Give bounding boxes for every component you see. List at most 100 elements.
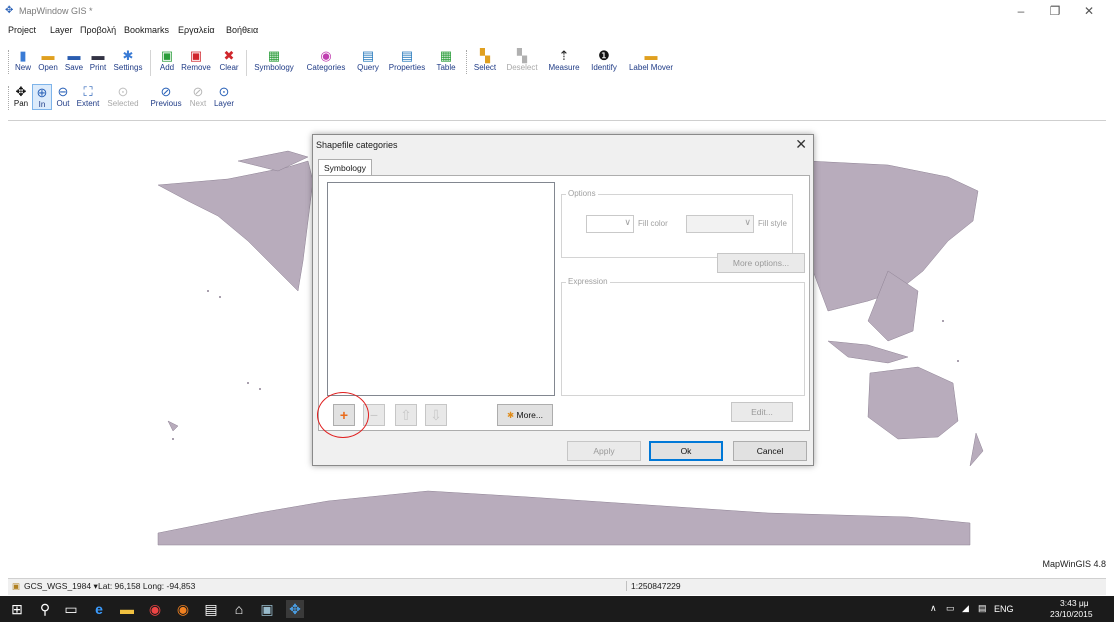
next-icon: ⊘ xyxy=(192,84,204,99)
more-button-label: More... xyxy=(516,410,543,420)
menu-tools[interactable]: Εργαλεία xyxy=(178,25,215,35)
add-layer-button[interactable]: ▣ Add xyxy=(156,48,178,72)
symbology-tab-panel: Options ∨ Fill color ∨ Fill style More o… xyxy=(318,175,810,431)
coordinates-readout: Lat: 96,158 Long: -94,853 xyxy=(98,581,196,591)
dialog-close-button[interactable]: ✕ xyxy=(795,136,807,153)
tool-label: Table xyxy=(436,63,456,72)
language-indicator[interactable]: ENG xyxy=(994,604,1014,614)
zoom-in-icon: ⊕ xyxy=(36,85,48,100)
menu-bar: Project Layer Προβολή Bookmarks Εργαλεία… xyxy=(0,24,1114,38)
query-button[interactable]: ▤ Query xyxy=(354,48,382,72)
mapwindow-taskbar-icon[interactable]: ✥ xyxy=(286,600,304,618)
menu-help[interactable]: Βοήθεια xyxy=(226,25,258,35)
fill-style-label: Fill style xyxy=(758,219,787,228)
tool-label: Symbology xyxy=(254,63,294,72)
pan-icon: ✥ xyxy=(15,84,27,99)
windows-start-icon[interactable]: ⊞ xyxy=(8,600,26,618)
tool-label: Properties xyxy=(388,63,426,72)
zoom-out-button[interactable]: ⊖ Out xyxy=(54,84,72,108)
island-dot xyxy=(942,320,944,322)
categories-button[interactable]: ◉ Categories xyxy=(300,48,352,72)
open-button[interactable]: ▬ Open xyxy=(36,48,60,72)
next-extent-button[interactable]: ⊘ Next xyxy=(188,84,208,108)
zoom-selected-button[interactable]: ⊙ Selected xyxy=(104,84,142,108)
tool-label: Extent xyxy=(76,99,100,108)
island-dot xyxy=(219,296,221,298)
clock-time[interactable]: 3:43 μμ xyxy=(1060,598,1089,608)
properties-button[interactable]: ▤ Properties xyxy=(384,48,430,72)
fill-color-combo[interactable]: ∨ xyxy=(586,215,634,233)
clear-button[interactable]: ✖ Clear xyxy=(216,48,242,72)
tray-chevron-icon[interactable]: ∧ xyxy=(930,603,937,614)
fill-style-combo[interactable]: ∨ xyxy=(686,215,754,233)
battery-icon[interactable]: ▭ xyxy=(946,603,955,614)
identify-button[interactable]: ❶ Identify xyxy=(586,48,622,72)
home-icon[interactable]: ⌂ xyxy=(230,600,248,618)
select-button[interactable]: ▚ Select xyxy=(470,48,500,72)
symbology-button[interactable]: ▦ Symbology xyxy=(250,48,298,72)
ok-button[interactable]: Ok xyxy=(649,441,723,461)
notifications-icon[interactable]: ▤ xyxy=(978,603,987,614)
measure-button[interactable]: ⇡ Measure xyxy=(544,48,584,72)
search-icon[interactable]: ⚲ xyxy=(36,600,54,618)
island-dot xyxy=(247,382,249,384)
tool-label: Layer xyxy=(213,99,234,108)
menu-bookmarks[interactable]: Bookmarks xyxy=(124,25,169,35)
clock-date[interactable]: 23/10/2015 xyxy=(1050,609,1093,619)
tool-label: Print xyxy=(89,63,107,72)
cancel-button[interactable]: Cancel xyxy=(733,441,807,461)
tab-symbology[interactable]: Symbology xyxy=(318,159,372,176)
settings-button[interactable]: ✱ Settings xyxy=(110,48,146,72)
firefox-icon[interactable]: ◉ xyxy=(174,600,192,618)
tool-label: Clear xyxy=(219,63,239,72)
zoom-selected-icon: ⊙ xyxy=(117,84,129,99)
close-button[interactable]: ✕ xyxy=(1074,3,1104,19)
dialog-title: Shapefile categories xyxy=(316,140,398,150)
minimize-button[interactable]: – xyxy=(1006,3,1036,19)
edge-icon[interactable]: e xyxy=(90,600,108,618)
chrome-icon[interactable]: ◉ xyxy=(146,600,164,618)
tool-label: In xyxy=(38,100,46,109)
add-layer-icon: ▣ xyxy=(160,48,174,63)
new-zealand-landmass xyxy=(969,432,984,467)
pan-button[interactable]: ✥ Pan xyxy=(12,84,30,108)
categories-list[interactable] xyxy=(327,182,555,396)
maximize-button[interactable]: ❐ xyxy=(1040,3,1070,19)
menu-view[interactable]: Προβολή xyxy=(80,25,116,35)
zoom-in-button[interactable]: ⊕ In xyxy=(32,84,52,110)
network-icon[interactable]: ◢ xyxy=(962,603,969,614)
symbology-icon: ▦ xyxy=(267,48,281,63)
new-button[interactable]: ▮ New xyxy=(12,48,34,72)
table-button[interactable]: ▦ Table xyxy=(432,48,460,72)
notes-app-icon[interactable]: ▣ xyxy=(258,600,276,618)
previous-extent-button[interactable]: ⊘ Previous xyxy=(146,84,186,108)
edit-button[interactable]: Edit... xyxy=(731,402,793,422)
tool-label: Out xyxy=(56,99,70,108)
mapwindow-icon: ✥ xyxy=(5,5,14,16)
info-icon: ❶ xyxy=(598,48,610,63)
file-explorer-icon[interactable]: ▬ xyxy=(118,600,136,618)
gear-icon: ✱ xyxy=(507,410,515,420)
tool-label: New xyxy=(14,63,31,72)
more-options-button[interactable]: More options... xyxy=(717,253,805,273)
task-view-icon[interactable]: ▭ xyxy=(62,600,80,618)
apply-button[interactable]: Apply xyxy=(567,441,641,461)
popcorn-app-icon[interactable]: ▤ xyxy=(202,600,220,618)
menu-project[interactable]: Project xyxy=(8,25,36,35)
zoom-layer-button[interactable]: ⊙ Layer xyxy=(212,84,236,108)
print-button[interactable]: ▬ Print xyxy=(86,48,110,72)
tool-label: Remove xyxy=(181,63,211,72)
projection-select[interactable]: GCS_WGS_1984 ▾ xyxy=(24,581,98,592)
save-icon: ▬ xyxy=(67,48,81,63)
tool-label: Previous xyxy=(150,99,182,108)
save-button[interactable]: ▬ Save xyxy=(62,48,86,72)
more-button[interactable]: ✱ More... xyxy=(497,404,553,426)
menu-layer[interactable]: Layer xyxy=(50,25,73,35)
deselect-button[interactable]: ▚ Deselect xyxy=(502,48,542,72)
label-mover-button[interactable]: ▬ Label Mover xyxy=(624,48,678,72)
move-up-button[interactable]: ⇧ xyxy=(395,404,417,426)
tool-label: Next xyxy=(189,99,207,108)
extent-button[interactable]: ⛶ Extent xyxy=(74,84,102,108)
move-down-button[interactable]: ⇩ xyxy=(425,404,447,426)
remove-layer-button[interactable]: ▣ Remove xyxy=(178,48,214,72)
